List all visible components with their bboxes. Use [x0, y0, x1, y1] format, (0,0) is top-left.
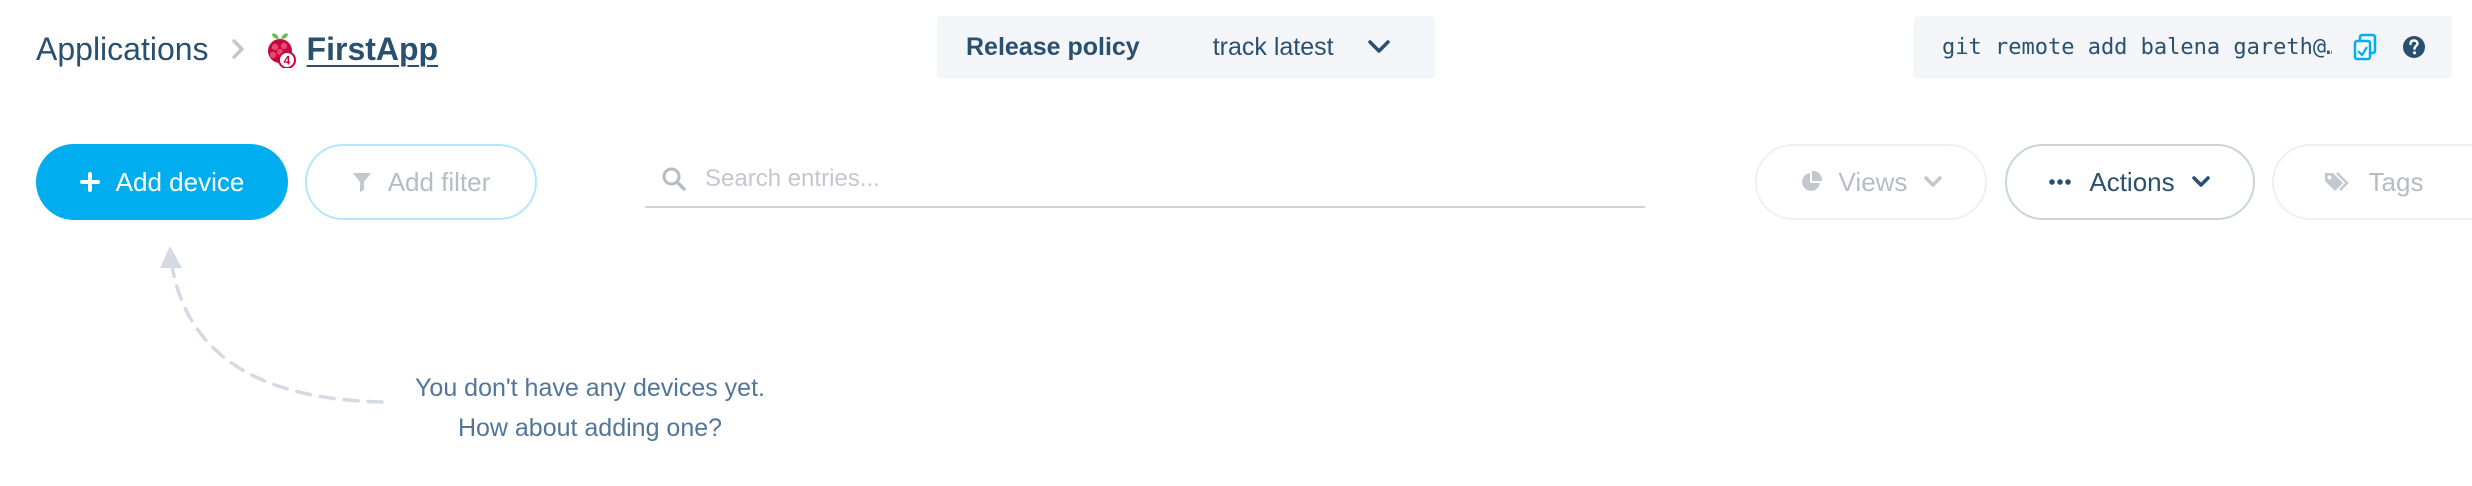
- search-bar: [645, 152, 1645, 208]
- chevron-down-icon[interactable]: [1367, 39, 1391, 55]
- release-policy-label: Release policy: [966, 32, 1140, 61]
- ellipsis-icon: [2049, 178, 2072, 186]
- git-remote-command: git remote add balena gareth@…: [1942, 34, 2332, 60]
- actions-button[interactable]: Actions: [2005, 144, 2255, 220]
- git-remote-box: git remote add balena gareth@…: [1914, 16, 2452, 78]
- views-button[interactable]: Views: [1755, 144, 1987, 220]
- help-icon[interactable]: [2402, 35, 2426, 59]
- tags-label: Tags: [2368, 166, 2424, 197]
- raspberry-pi-icon: 4: [263, 30, 297, 68]
- pie-chart-icon: [1799, 170, 1823, 194]
- add-filter-label: Add filter: [387, 166, 491, 197]
- views-label: Views: [1838, 166, 1908, 197]
- copy-icon[interactable]: [2352, 33, 2378, 61]
- breadcrumb-applications-link[interactable]: Applications: [36, 31, 209, 68]
- svg-text:4: 4: [283, 54, 290, 68]
- release-policy-select[interactable]: Release policy track latest: [937, 16, 1435, 78]
- plus-icon: [79, 172, 100, 192]
- breadcrumb: Applications 4 FirstApp: [36, 22, 438, 76]
- actions-label: Actions: [2089, 166, 2175, 197]
- filter-icon: [352, 171, 372, 193]
- release-policy-value[interactable]: track latest: [1213, 33, 1334, 62]
- search-icon: [661, 166, 687, 192]
- add-filter-button[interactable]: Add filter: [305, 144, 537, 220]
- empty-state-line-1: You don't have any devices yet.: [415, 374, 765, 402]
- tags-icon: [2323, 170, 2351, 194]
- empty-state-line-2: How about adding one?: [457, 414, 723, 442]
- empty-state-message: You don't have any devices yet. How abou…: [350, 368, 830, 448]
- add-device-button[interactable]: Add device: [36, 144, 288, 220]
- chevron-down-icon: [2191, 175, 2211, 189]
- breadcrumb-current-app-link[interactable]: FirstApp: [307, 31, 439, 68]
- add-device-label: Add device: [115, 166, 245, 197]
- chevron-right-icon: [231, 38, 245, 60]
- search-input[interactable]: [703, 164, 1607, 194]
- tags-button[interactable]: Tags: [2272, 144, 2472, 220]
- chevron-down-icon: [1923, 175, 1943, 189]
